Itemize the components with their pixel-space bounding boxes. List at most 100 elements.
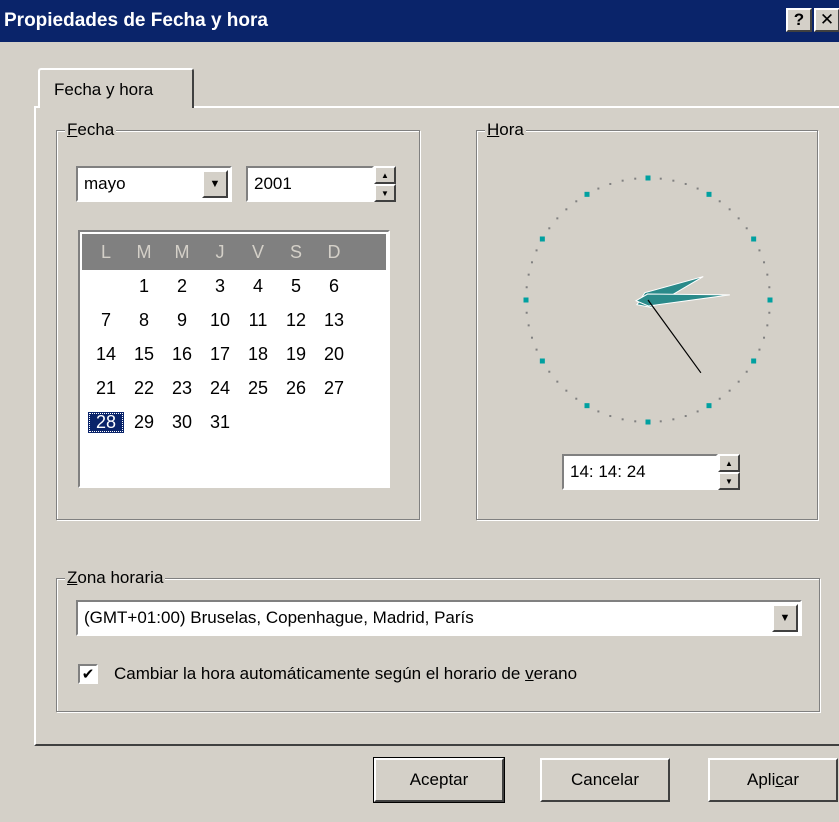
hour-marker [584, 403, 590, 409]
calendar-day[interactable]: 6 [316, 276, 352, 297]
calendar-day[interactable]: 26 [278, 378, 314, 399]
calendar-day[interactable]: 24 [202, 378, 238, 399]
minute-marker [758, 249, 761, 252]
calendar-day[interactable]: 15 [126, 344, 162, 365]
minute-marker [728, 389, 731, 392]
minute-marker [659, 177, 662, 180]
hour-marker [706, 403, 712, 409]
calendar-day[interactable]: 14 [88, 344, 124, 365]
tab-fecha-y-hora[interactable]: Fecha y hora [38, 68, 194, 108]
spin-up-icon[interactable]: ▲ [374, 166, 396, 184]
calendar-day[interactable]: 22 [126, 378, 162, 399]
calendar-day[interactable]: 31 [202, 412, 238, 433]
calendar-grid[interactable]: L M M J V S D 1 2 3 4 5 6 7 8 9 10 11 12 13 14 15 16 17 18 19 20 21… [78, 230, 390, 488]
year-input[interactable]: 2001 [246, 166, 374, 202]
year-spinner[interactable]: ▲ ▼ [374, 166, 396, 202]
minute-marker [597, 410, 600, 413]
weekday-header: M [174, 242, 190, 262]
minute-marker [597, 187, 600, 190]
hour-marker [539, 358, 545, 364]
calendar-day[interactable]: 17 [202, 344, 238, 365]
calendar-day[interactable]: 3 [202, 276, 238, 297]
calendar-day[interactable]: 11 [240, 310, 276, 331]
dst-label[interactable]: Cambiar la hora automáticamente según el… [114, 664, 577, 684]
spin-down-icon[interactable]: ▼ [374, 184, 396, 202]
apply-button[interactable]: Apli c ar [708, 758, 838, 802]
time-group-label: Hora [485, 120, 526, 140]
calendar-day[interactable]: 19 [278, 344, 314, 365]
minute-marker [718, 397, 721, 400]
minute-marker [766, 324, 769, 327]
calendar-day[interactable]: 27 [316, 378, 352, 399]
minute-marker [609, 182, 612, 185]
tab-label: Fecha y hora [54, 80, 154, 99]
timezone-dropdown[interactable]: (GMT+01:00) Bruselas, Copenhague, Madrid… [76, 600, 802, 636]
minute-marker [745, 370, 748, 373]
calendar-day[interactable]: 2 [164, 276, 200, 297]
time-input[interactable]: 14: 14: 24 [562, 454, 718, 490]
hour-marker [645, 419, 651, 425]
spin-up-icon[interactable]: ▲ [718, 454, 740, 472]
calendar-day[interactable]: 1 [126, 276, 162, 297]
time-spinner[interactable]: ▲ ▼ [718, 454, 740, 490]
check-icon: ✔ [81, 666, 95, 683]
calendar-day[interactable]: 16 [164, 344, 200, 365]
analog-clock [523, 175, 773, 425]
minute-marker [659, 420, 662, 423]
minute-marker [525, 311, 528, 314]
month-dropdown[interactable]: mayo ▼ [76, 166, 232, 202]
weekday-header: V [251, 242, 264, 262]
minute-marker [609, 415, 612, 418]
month-value: mayo [84, 174, 126, 193]
hour-marker [751, 358, 757, 364]
calendar-day[interactable]: 5 [278, 276, 314, 297]
help-button[interactable]: ? [786, 8, 812, 32]
calendar-day[interactable]: 23 [164, 378, 200, 399]
calendar-day[interactable]: 28 [88, 412, 124, 433]
calendar-day[interactable]: 8 [126, 310, 162, 331]
minute-marker [621, 179, 624, 182]
chevron-down-icon[interactable]: ▼ [202, 170, 228, 198]
calendar-day[interactable]: 4 [240, 276, 276, 297]
minute-marker [556, 380, 559, 383]
minute-marker [718, 200, 721, 203]
year-value: 2001 [254, 174, 292, 193]
hour-marker [706, 191, 712, 197]
calendar-day[interactable]: 29 [126, 412, 162, 433]
minute-marker [684, 415, 687, 418]
ok-button[interactable]: Aceptar [373, 757, 505, 803]
calendar-day[interactable]: 18 [240, 344, 276, 365]
close-button[interactable]: ✕ [814, 8, 839, 32]
minute-marker [565, 208, 568, 211]
spin-down-icon[interactable]: ▼ [718, 472, 740, 490]
calendar-day[interactable]: 12 [278, 310, 314, 331]
cancel-button[interactable]: Cancelar [540, 758, 670, 802]
calendar-day[interactable]: 30 [164, 412, 200, 433]
hour-marker [751, 236, 757, 242]
calendar-day[interactable]: 13 [316, 310, 352, 331]
minute-marker [556, 217, 559, 220]
calendar-day[interactable]: 21 [88, 378, 124, 399]
hour-marker [539, 236, 545, 242]
chevron-down-icon[interactable]: ▼ [772, 604, 798, 632]
weekday-header: S [289, 242, 302, 262]
timezone-group: Zona horaria [56, 568, 820, 712]
minute-marker [634, 420, 637, 423]
calendar-day[interactable]: 25 [240, 378, 276, 399]
hour-marker [645, 175, 651, 181]
minute-marker [527, 273, 530, 276]
calendar-day[interactable]: 10 [202, 310, 238, 331]
weekday-header: L [100, 242, 111, 262]
calendar-day[interactable]: 7 [88, 310, 124, 331]
hour-marker [584, 191, 590, 197]
hour-marker [523, 297, 529, 303]
title-bar: Propiedades de Fecha y hora [0, 0, 839, 42]
minute-marker [565, 389, 568, 392]
calendar-day[interactable]: 9 [164, 310, 200, 331]
minute-marker [530, 336, 533, 339]
minute-marker [530, 261, 533, 264]
dst-checkbox[interactable]: ✔ [78, 664, 98, 684]
calendar-day[interactable]: 20 [316, 344, 352, 365]
time-value: 14: 14: 24 [570, 462, 646, 481]
minute-marker [548, 370, 551, 373]
